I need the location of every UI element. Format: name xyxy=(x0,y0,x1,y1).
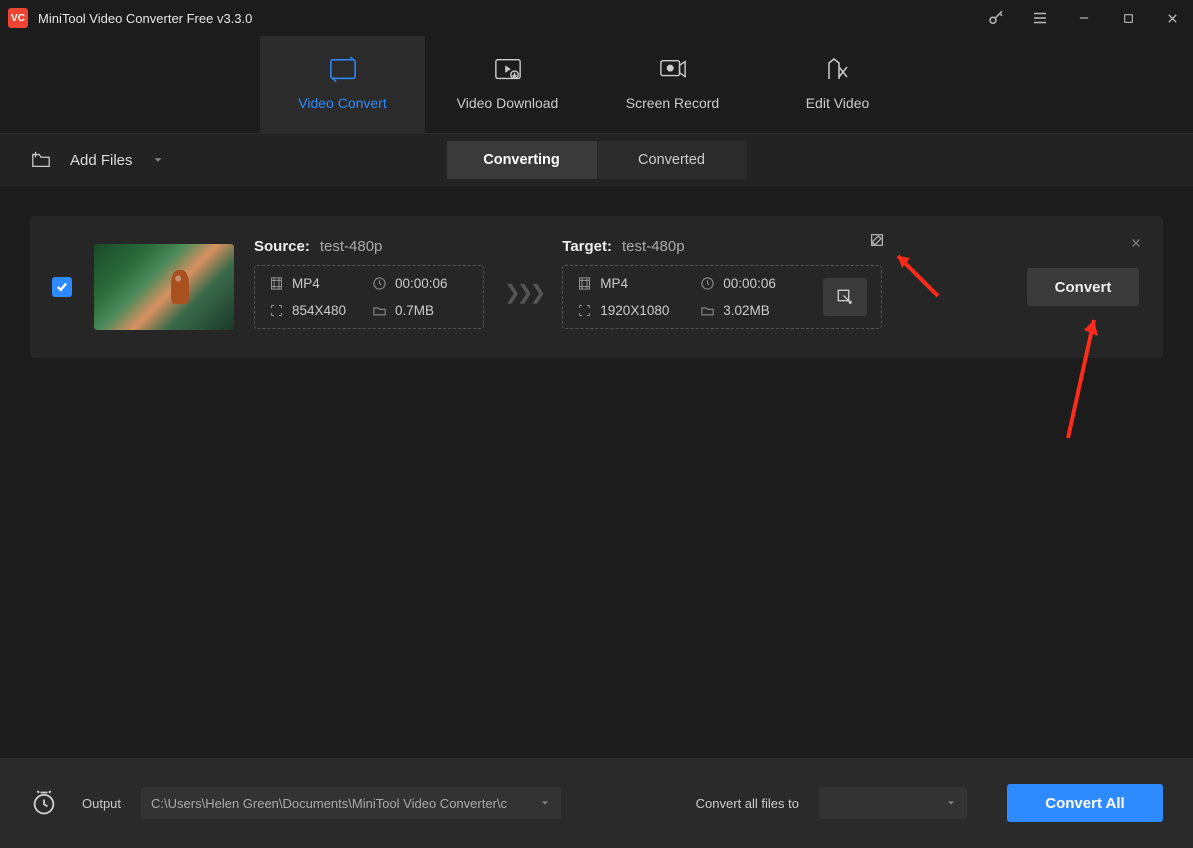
edit-target-button[interactable] xyxy=(869,232,885,253)
add-folder-icon xyxy=(30,150,52,170)
source-duration: 00:00:06 xyxy=(395,276,448,291)
clock-icon xyxy=(700,276,715,291)
format-icon xyxy=(577,276,592,291)
add-files-label: Add Files xyxy=(70,152,133,169)
nav-screen-record[interactable]: Screen Record xyxy=(590,36,755,133)
app-logo: VC xyxy=(8,8,28,28)
app-title: MiniTool Video Converter Free v3.3.0 xyxy=(38,11,252,26)
sub-tabs: Converting Converted xyxy=(447,141,747,179)
nav-label: Video Convert xyxy=(298,95,386,111)
output-format-select[interactable] xyxy=(819,787,967,819)
convert-all-files-label: Convert all files to xyxy=(696,796,799,811)
titlebar: VC MiniTool Video Converter Free v3.3.0 xyxy=(0,0,1193,36)
nav-video-download[interactable]: Video Download xyxy=(425,36,590,133)
video-thumbnail[interactable] xyxy=(94,244,234,330)
resolution-icon xyxy=(269,303,284,318)
bottom-bar: Output C:\Users\Helen Green\Documents\Mi… xyxy=(0,758,1193,848)
minimize-button[interactable] xyxy=(1069,3,1099,33)
arrow-divider: ❯❯❯ xyxy=(504,280,542,305)
output-path-select[interactable]: C:\Users\Helen Green\Documents\MiniTool … xyxy=(141,787,561,819)
tab-converted[interactable]: Converted xyxy=(597,141,747,179)
key-icon[interactable] xyxy=(981,3,1011,33)
close-button[interactable] xyxy=(1157,3,1187,33)
nav-label: Screen Record xyxy=(626,95,719,111)
download-icon xyxy=(494,59,522,81)
convert-icon xyxy=(329,59,357,81)
target-size: 3.02MB xyxy=(723,303,770,318)
resolution-icon xyxy=(577,303,592,318)
add-files-button[interactable]: Add Files xyxy=(30,150,165,170)
nav-edit-video[interactable]: Edit Video xyxy=(755,36,920,133)
content-area: Source: test-480p MP4 00:00:06 854X480 0… xyxy=(0,186,1193,758)
size-icon xyxy=(700,303,715,318)
source-resolution: 854X480 xyxy=(292,303,346,318)
target-duration: 00:00:06 xyxy=(723,276,776,291)
target-format: MP4 xyxy=(600,276,628,291)
target-label: Target: xyxy=(562,238,612,255)
nav-label: Video Download xyxy=(457,95,559,111)
convert-button[interactable]: Convert xyxy=(1027,268,1139,306)
target-column: Target: test-480p MP4 00:00:06 1920X1080… xyxy=(562,238,882,329)
crop-icon xyxy=(836,288,854,306)
target-name: test-480p xyxy=(622,238,685,255)
source-format: MP4 xyxy=(292,276,320,291)
source-label: Source: xyxy=(254,238,310,255)
dropdown-icon xyxy=(945,797,957,809)
dropdown-icon xyxy=(151,153,165,167)
maximize-button[interactable] xyxy=(1113,3,1143,33)
menu-icon[interactable] xyxy=(1025,3,1055,33)
output-label: Output xyxy=(82,796,121,811)
format-icon xyxy=(269,276,284,291)
tab-converting[interactable]: Converting xyxy=(447,141,597,179)
schedule-icon[interactable] xyxy=(30,789,58,817)
nav-video-convert[interactable]: Video Convert xyxy=(260,36,425,133)
source-name: test-480p xyxy=(320,238,383,255)
source-info-box: MP4 00:00:06 854X480 0.7MB xyxy=(254,265,484,329)
clock-icon xyxy=(372,276,387,291)
source-size: 0.7MB xyxy=(395,303,434,318)
source-column: Source: test-480p MP4 00:00:06 854X480 0… xyxy=(254,238,484,329)
main-nav: Video Convert Video Download Screen Reco… xyxy=(0,36,1193,134)
task-card: Source: test-480p MP4 00:00:06 854X480 0… xyxy=(30,216,1163,358)
edit-video-icon xyxy=(824,59,852,81)
remove-task-button[interactable] xyxy=(1129,236,1143,255)
nav-label: Edit Video xyxy=(806,95,870,111)
target-resolution: 1920X1080 xyxy=(600,303,669,318)
record-icon xyxy=(659,59,687,81)
dropdown-icon xyxy=(539,797,551,809)
size-icon xyxy=(372,303,387,318)
task-checkbox[interactable] xyxy=(52,277,72,297)
crop-settings-button[interactable] xyxy=(823,278,867,316)
output-path-value: C:\Users\Helen Green\Documents\MiniTool … xyxy=(151,796,507,811)
toolbar: Add Files Converting Converted xyxy=(0,134,1193,186)
convert-all-button[interactable]: Convert All xyxy=(1007,784,1163,822)
target-info-box: MP4 00:00:06 1920X1080 3.02MB xyxy=(562,265,882,329)
